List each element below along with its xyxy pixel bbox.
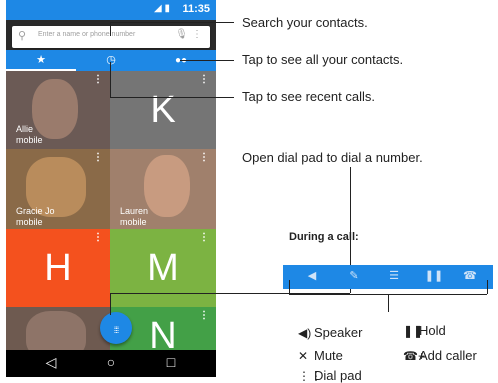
contact-tile-h[interactable]: H ⋮: [6, 229, 110, 307]
more-vert-icon[interactable]: ⋮: [199, 152, 209, 163]
contact-letter: K: [150, 89, 176, 131]
in-call-toolbar: ◀ ✎ ☰ ❚❚ ☎: [283, 265, 493, 289]
legend-add-caller: ☎+Add caller: [403, 348, 477, 363]
callout-search: Search your contacts.: [242, 15, 368, 30]
callout-line: [110, 22, 234, 23]
bracket-line: [487, 280, 488, 294]
contact-tile-m[interactable]: M ⋮: [110, 229, 216, 307]
callout-line: [110, 97, 234, 98]
mute-icon[interactable]: ✎: [339, 269, 369, 282]
speaker-icon[interactable]: ◀: [297, 269, 327, 282]
callout-all-contacts: Tap to see all your contacts.: [242, 52, 404, 67]
tab-favorites[interactable]: ★: [6, 50, 76, 71]
search-input[interactable]: Enter a name or phone number: [38, 31, 135, 38]
during-call-title: During a call:: [289, 231, 359, 243]
home-icon[interactable]: ○: [96, 354, 126, 370]
callout-line: [110, 62, 111, 97]
contact-name: Allie mobile: [16, 124, 43, 145]
more-vert-icon[interactable]: ⋮: [192, 29, 202, 40]
add-caller-icon: ☎+: [403, 349, 425, 363]
legend-speaker: ◀) Speaker: [298, 325, 363, 340]
contact-name: Lauren mobile: [120, 206, 149, 227]
legend-dial-pad: ⋮⋮Dial pad: [298, 368, 362, 383]
more-vert-icon[interactable]: ⋮: [93, 232, 103, 243]
callout-line: [180, 60, 234, 61]
star-icon: ★: [36, 54, 46, 66]
more-vert-icon[interactable]: ⋮: [199, 74, 209, 85]
dial-pad-button[interactable]: ⁞⁞⁞: [100, 312, 132, 344]
contact-photo: [26, 311, 86, 350]
dialpad-icon: ⁞⁞⁞: [113, 325, 119, 335]
more-vert-icon[interactable]: ⋮: [199, 232, 209, 243]
contact-tile-k[interactable]: K ⋮: [110, 71, 216, 149]
dialpad-icon[interactable]: ☰: [379, 269, 409, 282]
contact-name: Gracie Jo mobile: [16, 206, 55, 227]
callout-recent-calls: Tap to see recent calls.: [242, 89, 375, 104]
speaker-icon: ◀): [298, 326, 312, 340]
more-vert-icon[interactable]: ⋮: [93, 152, 103, 163]
contact-letter: H: [44, 247, 72, 289]
status-bar: ◢ ▮ 11:35: [6, 0, 216, 20]
hold-icon: ❚❚: [403, 324, 424, 338]
legend-hold: ❚❚Hold: [403, 323, 446, 338]
dialpad-icon: ⋮⋮: [298, 369, 322, 383]
contact-tile-gracie[interactable]: Gracie Jo mobile ⋮: [6, 149, 110, 229]
hold-icon[interactable]: ❚❚: [419, 269, 449, 282]
contact-letter: M: [147, 247, 179, 289]
mute-icon: ✕: [298, 349, 309, 363]
callout-line: [110, 22, 111, 36]
legend-mute: ✕ Mute: [298, 348, 343, 363]
more-vert-icon[interactable]: ⋮: [199, 310, 209, 321]
bracket-line: [388, 294, 389, 312]
search-icon: ⚲: [18, 30, 27, 42]
status-time: 11:35: [182, 3, 210, 15]
contact-tile-lauren[interactable]: Lauren mobile ⋮: [110, 149, 216, 229]
bracket-line: [289, 280, 290, 294]
navigation-bar: ◁ ○ □: [6, 350, 216, 377]
recent-apps-icon[interactable]: □: [156, 354, 186, 370]
add-caller-icon[interactable]: ☎: [455, 269, 485, 282]
callout-dial-pad: Open dial pad to dial a number.: [242, 150, 423, 165]
search-bar[interactable]: ⚲ Enter a name or phone number 🎙 ⋮: [12, 26, 210, 48]
signal-battery-icon: ◢ ▮: [154, 3, 170, 14]
back-icon[interactable]: ◁: [36, 354, 66, 371]
contact-tile-allie[interactable]: Allie mobile ⋮: [6, 71, 110, 149]
more-vert-icon[interactable]: ⋮: [93, 74, 103, 85]
phone-screen: ◢ ▮ 11:35 ⚲ Enter a name or phone number…: [6, 0, 216, 377]
contact-tile-photo[interactable]: [6, 307, 110, 350]
tab-recents[interactable]: ◷: [76, 50, 146, 71]
microphone-icon[interactable]: 🎙: [175, 29, 188, 40]
callout-line: [110, 293, 111, 315]
contact-photo: [144, 155, 190, 217]
